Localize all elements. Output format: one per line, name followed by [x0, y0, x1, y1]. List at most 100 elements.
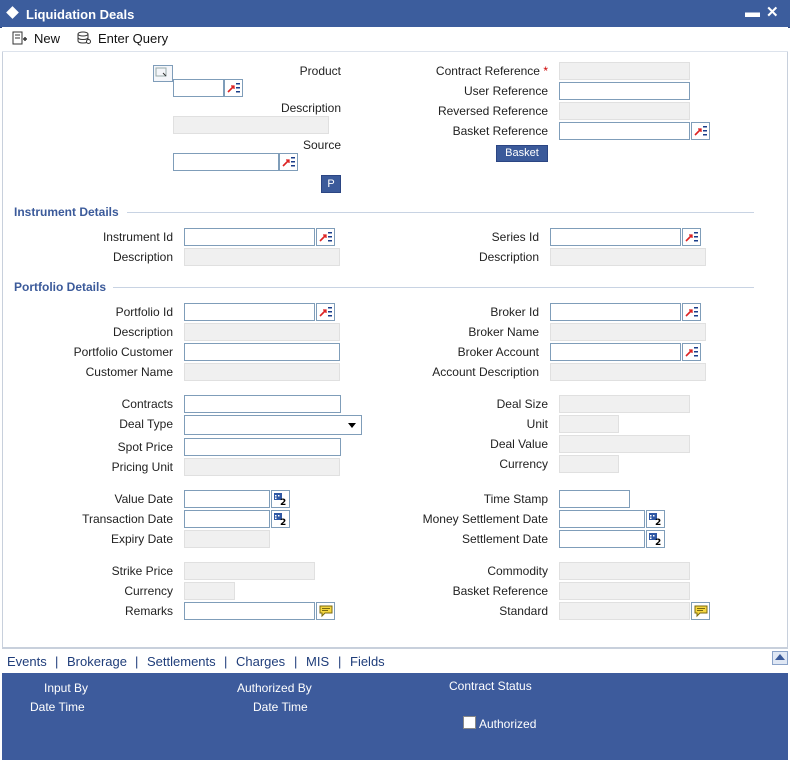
portfolio-divider: [113, 287, 754, 288]
spot-price-input[interactable]: [184, 438, 341, 456]
instrument-id-label: Instrument Id: [102, 230, 173, 244]
broker-account-label: Broker Account: [457, 345, 539, 359]
broker-name-label: Broker Name: [468, 325, 539, 339]
broker-name-field: [550, 323, 706, 341]
value-date-label: Value Date: [114, 492, 173, 506]
spot-price-label: Spot Price: [117, 440, 173, 454]
input-by-label: Input By: [44, 681, 89, 695]
series-id-label: Series Id: [491, 230, 539, 244]
portfolio-customer-label: Portfolio Customer: [73, 345, 173, 359]
source-lov-icon[interactable]: [279, 153, 298, 171]
tab-separator: |: [135, 654, 139, 669]
money-settlement-date-calendar-icon[interactable]: 2: [646, 510, 665, 528]
product-description-field: [173, 116, 329, 134]
tab-brokerage[interactable]: Brokerage: [67, 654, 127, 669]
minimize-button[interactable]: ▬: [745, 4, 760, 21]
pricing-unit-label: Pricing Unit: [111, 460, 173, 474]
settlement-date-input[interactable]: [559, 530, 645, 548]
tab-charges[interactable]: Charges: [236, 654, 285, 669]
p-button[interactable]: P: [321, 175, 341, 193]
expiry-date-field: [184, 530, 270, 548]
strike-price-field: [184, 562, 315, 580]
series-id-input[interactable]: [550, 228, 681, 246]
close-button[interactable]: ✕: [766, 3, 779, 21]
commodity-field: [559, 562, 690, 580]
broker-account-lov-icon[interactable]: [682, 343, 701, 361]
title-bar: Liquidation Deals ▬ ✕: [0, 0, 790, 28]
product-input[interactable]: [173, 79, 224, 97]
tab-settlements[interactable]: Settlements: [147, 654, 216, 669]
value-date-input[interactable]: [184, 490, 270, 508]
portfolio-id-lov-icon[interactable]: [316, 303, 335, 321]
broker-id-input[interactable]: [550, 303, 681, 321]
money-settlement-date-input[interactable]: [559, 510, 645, 528]
tab-fields[interactable]: Fields: [350, 654, 385, 669]
settlement-date-label: Settlement Date: [461, 532, 548, 546]
value-date-calendar-icon[interactable]: 2: [271, 490, 290, 508]
contract-reference-label: Contract Reference *: [403, 64, 548, 78]
transaction-date-input[interactable]: [184, 510, 270, 528]
toolbar: New Enter Query: [2, 27, 788, 52]
other-basket-reference-label: Basket Reference: [452, 584, 548, 598]
user-reference-label: User Reference: [463, 84, 548, 98]
new-icon: [12, 31, 27, 45]
product-description-label: Description: [280, 101, 341, 115]
portfolio-details-title: Portfolio Details: [14, 280, 107, 294]
new-button[interactable]: New: [12, 29, 60, 47]
svg-text:2: 2: [655, 518, 661, 526]
audit-footer: Input By Date Time Authorized By Date Ti…: [2, 673, 788, 760]
portfolio-customer-input[interactable]: [184, 343, 340, 361]
deal-type-select[interactable]: [184, 415, 362, 435]
enter-query-button[interactable]: Enter Query: [76, 29, 168, 47]
authorized-date-time-label: Date Time: [253, 700, 308, 714]
product-lov-icon[interactable]: [224, 79, 243, 97]
standard-field: [559, 602, 690, 620]
instrument-id-lov-icon[interactable]: [316, 228, 335, 246]
form-content: Product Description Source P Contract Re…: [2, 52, 788, 648]
deal-currency-label: Currency: [499, 457, 548, 471]
product-image-icon[interactable]: [153, 65, 173, 82]
portfolio-id-input[interactable]: [184, 303, 315, 321]
instrument-id-input[interactable]: [184, 228, 315, 246]
broker-id-lov-icon[interactable]: [682, 303, 701, 321]
basket-button[interactable]: Basket: [496, 145, 548, 162]
settlement-date-calendar-icon[interactable]: 2: [646, 530, 665, 548]
standard-label: Standard: [499, 604, 548, 618]
chevron-up-icon[interactable]: [772, 651, 788, 665]
instrument-divider: [127, 212, 754, 213]
tab-events[interactable]: Events: [7, 654, 47, 669]
svg-text:2: 2: [280, 518, 286, 526]
deal-size-label: Deal Size: [496, 397, 548, 411]
contracts-input[interactable]: [184, 395, 341, 413]
standard-speech-bubble-icon[interactable]: [691, 602, 710, 620]
customer-name-field: [184, 363, 340, 381]
tab-mis[interactable]: MIS: [306, 654, 329, 669]
broker-account-input[interactable]: [550, 343, 681, 361]
tab-separator: |: [55, 654, 59, 669]
contracts-label: Contracts: [121, 397, 173, 411]
transaction-date-calendar-icon[interactable]: 2: [271, 510, 290, 528]
basket-reference-lov-icon[interactable]: [691, 122, 710, 140]
series-id-lov-icon[interactable]: [682, 228, 701, 246]
authorized-checkbox[interactable]: [463, 716, 476, 729]
expiry-date-label: Expiry Date: [110, 532, 173, 546]
user-reference-input[interactable]: [559, 82, 690, 100]
remarks-speech-bubble-icon[interactable]: [316, 602, 335, 620]
deal-currency-field: [559, 455, 619, 473]
money-settlement-date-label: Money Settlement Date: [422, 512, 548, 526]
tab-separator: |: [224, 654, 228, 669]
app-diamond-icon: [6, 6, 19, 19]
account-description-field: [550, 363, 706, 381]
remarks-input[interactable]: [184, 602, 315, 620]
authorized-by-label: Authorized By: [237, 681, 312, 695]
source-input[interactable]: [173, 153, 279, 171]
other-currency-label: Currency: [124, 584, 173, 598]
authorized-label: Authorized: [479, 717, 537, 731]
other-basket-reference-field: [559, 582, 690, 600]
instrument-description-field: [184, 248, 340, 266]
time-stamp-input[interactable]: [559, 490, 630, 508]
subsystem-tabs: Events | Brokerage | Settlements | Charg…: [2, 648, 788, 673]
basket-reference-input[interactable]: [559, 122, 690, 140]
svg-text:2: 2: [280, 498, 286, 506]
series-description-label: Description: [478, 250, 539, 264]
